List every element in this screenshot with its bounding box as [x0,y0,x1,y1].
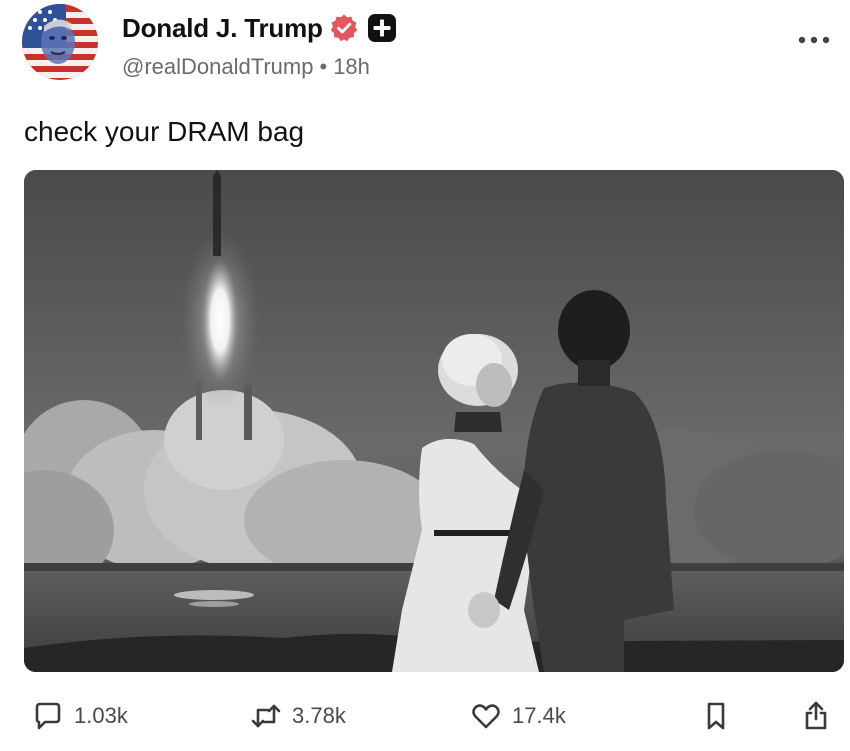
repost-count: 3.78k [292,703,346,728]
post-timestamp[interactable]: 18h [333,54,370,79]
post-header: Donald J. Trump @realDonaldTrump • 18h [22,4,834,84]
plus-badge-icon [367,13,397,43]
repost-icon [250,700,282,732]
avatar-image [22,4,98,80]
display-name[interactable]: Donald J. Trump [122,13,323,44]
bookmark-icon [700,700,732,732]
meta-separator: • [319,54,328,79]
reply-icon [32,700,64,732]
name-row: Donald J. Trump [122,12,397,44]
like-count: 17.4k [512,703,566,728]
more-horizontal-icon [798,36,830,44]
share-button[interactable] [800,696,832,736]
post-image[interactable] [24,170,844,672]
avatar[interactable] [22,4,98,80]
bookmark-button[interactable] [700,696,732,736]
reply-button[interactable]: 1.03k [32,696,128,736]
author-handle[interactable]: @realDonaldTrump [122,54,313,79]
share-icon [800,700,832,732]
heart-icon [470,700,502,732]
post-actions: 1.03k 3.78k 17.4k [24,696,836,736]
rocket-launch-photo [24,170,844,672]
verified-badge-icon [329,13,359,43]
like-button[interactable]: 17.4k [470,696,566,736]
repost-button[interactable]: 3.78k [250,696,346,736]
more-options-button[interactable] [794,28,834,52]
reply-count: 1.03k [74,703,128,728]
post-text: check your DRAM bag [24,116,305,147]
post-meta: @realDonaldTrump • 18h [122,54,370,80]
